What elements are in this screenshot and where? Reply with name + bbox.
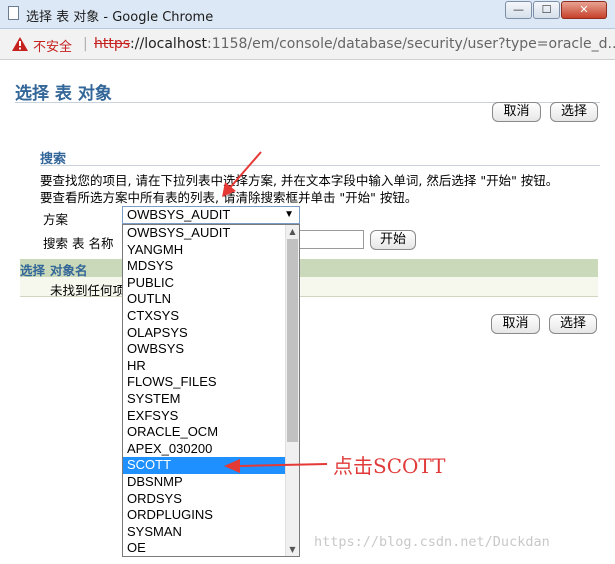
arrow-line-top — [227, 151, 262, 191]
annotation-text: 点击SCOTT — [333, 454, 446, 478]
watermark-text: https://blog.csdn.net/Duckdan — [314, 534, 550, 550]
arrow-line-scott — [239, 463, 328, 467]
arrow-head-scott — [224, 459, 240, 473]
annotation-arrows — [222, 151, 328, 473]
